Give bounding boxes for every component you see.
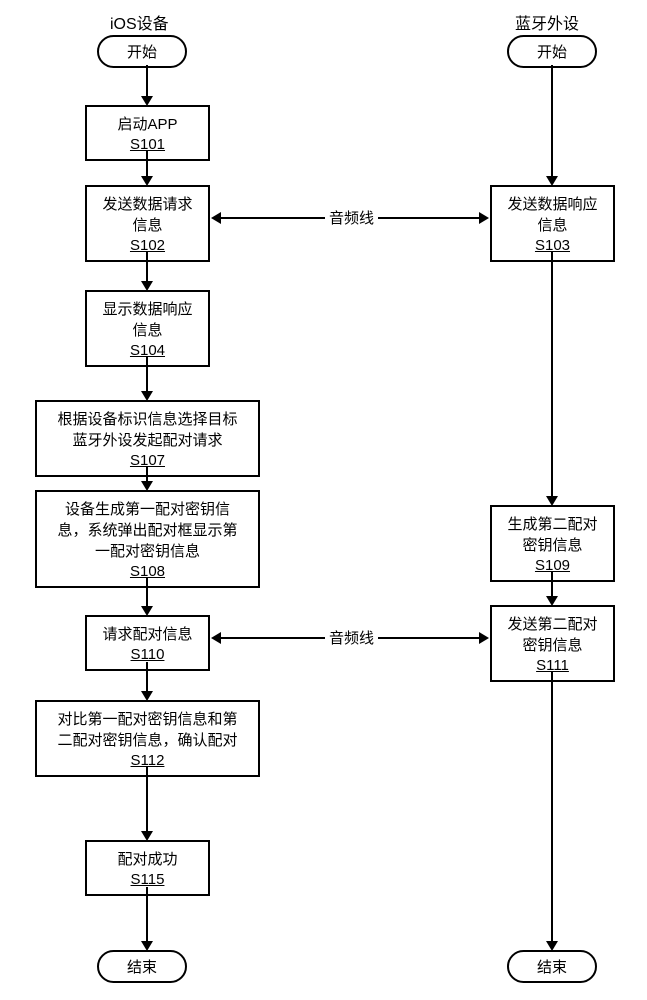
step-text: 发送第二配对 密钥信息 [507,613,597,655]
step-id: S115 [131,871,165,888]
arrow [146,887,148,943]
step-text: 根据设备标识信息选择目标 蓝牙外设发起配对请求 [57,408,237,450]
arrow [551,572,553,598]
arrowhead-down-icon [141,391,153,401]
arrowhead-down-icon [141,96,153,106]
arrow [146,357,148,393]
step-id: S110 [131,646,165,663]
step-text: 生成第二配对 密钥信息 [507,513,597,555]
arrowhead-right-icon [479,632,489,644]
step-s104: 显示数据响应 信息 S104 [85,290,210,367]
arrowhead-left-icon [211,212,221,224]
arrowhead-down-icon [141,176,153,186]
step-text: 对比第一配对密钥信息和第 二配对密钥信息，确认配对 [57,708,237,750]
step-text: 请求配对信息 [102,623,192,644]
step-s102: 发送数据请求 信息 S102 [85,185,210,262]
arrowhead-down-icon [546,496,558,506]
terminal-end-left: 结束 [97,950,187,983]
header-right: 蓝牙外设 [515,10,579,34]
terminal-label: 开始 [127,44,157,61]
arrowhead-down-icon [141,691,153,701]
edge-label-audio: 音频线 [325,207,378,228]
step-text: 发送数据请求 信息 [102,193,192,235]
arrowhead-down-icon [141,481,153,491]
arrow [551,672,553,943]
arrowhead-down-icon [546,941,558,951]
step-text: 启动APP [117,113,177,134]
arrowhead-down-icon [141,281,153,291]
step-s107: 根据设备标识信息选择目标 蓝牙外设发起配对请求 S107 [35,400,260,477]
step-text: 配对成功 [117,848,177,869]
header-left: iOS设备 [110,10,169,34]
arrowhead-down-icon [141,941,153,951]
step-s108: 设备生成第一配对密钥信 息，系统弹出配对框显示第 一配对密钥信息 S108 [35,490,260,588]
terminal-label: 结束 [537,959,567,976]
arrow [551,65,553,178]
step-text: 发送数据响应 信息 [507,193,597,235]
arrowhead-right-icon [479,212,489,224]
step-s111: 发送第二配对 密钥信息 S111 [490,605,615,682]
terminal-start-left: 开始 [97,35,187,68]
terminal-end-right: 结束 [507,950,597,983]
step-s112: 对比第一配对密钥信息和第 二配对密钥信息，确认配对 S112 [35,700,260,777]
arrow [146,150,148,178]
terminal-start-right: 开始 [507,35,597,68]
arrowhead-down-icon [546,176,558,186]
step-text: 显示数据响应 信息 [102,298,192,340]
arrowhead-down-icon [141,831,153,841]
step-text: 设备生成第一配对密钥信 息，系统弹出配对框显示第 一配对密钥信息 [57,498,237,561]
terminal-label: 开始 [537,44,567,61]
arrow [146,662,148,693]
step-s109: 生成第二配对 密钥信息 S109 [490,505,615,582]
arrow [146,577,148,608]
arrowhead-down-icon [546,596,558,606]
arrow [551,252,553,498]
arrowhead-left-icon [211,632,221,644]
terminal-label: 结束 [127,959,157,976]
edge-label-audio: 音频线 [325,627,378,648]
arrow [146,252,148,283]
arrow [146,767,148,833]
arrow [146,65,148,98]
arrowhead-down-icon [141,606,153,616]
step-s103: 发送数据响应 信息 S103 [490,185,615,262]
